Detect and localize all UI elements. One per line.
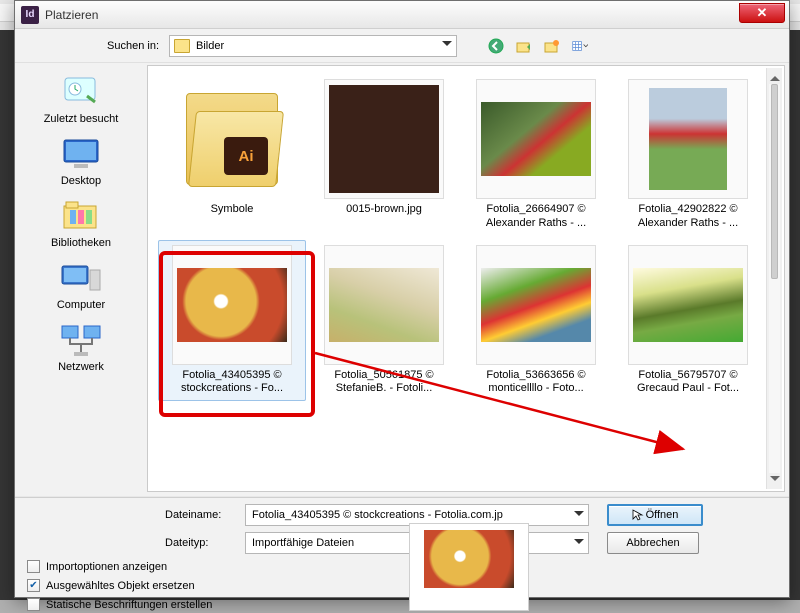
file-item[interactable]: Fotolia_53663656 ©monticellllo - Foto... xyxy=(462,240,610,402)
filename-area: Dateiname: Fotolia_43405395 © stockcreat… xyxy=(15,497,789,556)
file-item[interactable]: Fotolia_56795707 ©Grecaud Paul - Fot... xyxy=(614,240,762,402)
places-label: Zuletzt besucht xyxy=(21,113,141,125)
place-dialog: Id Platzieren ✕ Suchen in: Bilder xyxy=(14,0,790,598)
places-label: Bibliotheken xyxy=(21,237,141,249)
scroll-down-button[interactable] xyxy=(767,473,782,489)
close-button[interactable]: ✕ xyxy=(739,3,785,23)
scrollbar-thumb[interactable] xyxy=(771,84,778,279)
lookin-value: Bilder xyxy=(196,40,224,52)
open-label: Öffnen xyxy=(646,509,679,521)
file-item[interactable]: Fotolia_26664907 ©Alexander Raths - ... xyxy=(462,74,610,236)
places-network[interactable]: Netzwerk xyxy=(21,317,141,377)
image-thumb xyxy=(329,268,439,342)
nav-back-button[interactable] xyxy=(485,35,507,57)
filetype-label: Dateityp: xyxy=(165,537,245,549)
file-item[interactable]: Fotolia_42902822 ©Alexander Raths - ... xyxy=(614,74,762,236)
check-label: Statische Beschriftungen erstellen xyxy=(46,599,212,611)
folder-up-icon xyxy=(516,38,532,54)
libraries-icon xyxy=(60,197,102,235)
desktop-icon xyxy=(60,135,102,173)
checkbox-icon xyxy=(27,560,40,573)
file-caption: Fotolia_43405395 © xyxy=(163,369,301,383)
chevron-down-icon xyxy=(574,539,584,549)
dialog-title: Platzieren xyxy=(45,8,98,22)
recent-icon xyxy=(60,73,102,111)
options-area: Importoptionen anzeigen ✔ Ausgewähltes O… xyxy=(15,556,789,613)
chevron-down-icon xyxy=(442,41,452,51)
check-import-options[interactable]: Importoptionen anzeigen xyxy=(27,560,781,573)
image-thumb xyxy=(177,268,287,342)
folder-thumb-icon: Ai xyxy=(186,93,278,185)
filename-label: Dateiname: xyxy=(165,509,245,521)
file-list-scrollbar[interactable] xyxy=(766,68,782,489)
back-arrow-icon xyxy=(488,38,504,54)
network-icon xyxy=(60,321,102,359)
up-one-level-button[interactable] xyxy=(513,35,535,57)
file-item[interactable]: 0015-brown.jpg xyxy=(310,74,458,236)
open-button[interactable]: Öffnen xyxy=(607,504,703,526)
image-thumb xyxy=(481,102,591,176)
dialog-body: Zuletzt besucht Desktop Bibliotheken Com… xyxy=(15,63,789,497)
filetype-value: Importfähige Dateien xyxy=(252,537,354,549)
file-caption: Fotolia_42902822 © xyxy=(619,203,757,217)
cursor-icon xyxy=(632,509,644,521)
places-label: Netzwerk xyxy=(21,361,141,373)
file-item-folder-symbole[interactable]: Ai Symbole xyxy=(158,74,306,236)
scroll-up-button[interactable] xyxy=(767,68,782,84)
file-caption: Fotolia_26664907 © xyxy=(467,203,605,217)
image-thumb xyxy=(481,268,591,342)
image-thumb xyxy=(649,88,727,190)
new-folder-button[interactable] xyxy=(541,35,563,57)
file-caption: 0015-brown.jpg xyxy=(315,203,453,217)
titlebar: Id Platzieren ✕ xyxy=(15,1,789,29)
cancel-button[interactable]: Abbrechen xyxy=(607,532,699,554)
file-item-selected[interactable]: Fotolia_43405395 ©stockcreations - Fo... xyxy=(158,240,306,402)
image-thumb xyxy=(633,268,743,342)
places-libraries[interactable]: Bibliotheken xyxy=(21,193,141,253)
folder-new-icon xyxy=(544,38,560,54)
places-desktop[interactable]: Desktop xyxy=(21,131,141,191)
file-caption: Symbole xyxy=(163,203,301,217)
file-caption: Fotolia_53663656 © xyxy=(467,369,605,383)
places-bar: Zuletzt besucht Desktop Bibliotheken Com… xyxy=(15,63,147,496)
checkbox-icon: ✔ xyxy=(27,579,40,592)
view-menu-button[interactable] xyxy=(569,35,591,57)
lookin-dropdown[interactable]: Bilder xyxy=(169,35,457,57)
check-replace-selected[interactable]: ✔ Ausgewähltes Objekt ersetzen xyxy=(27,579,781,592)
filename-value: Fotolia_43405395 © stockcreations - Foto… xyxy=(252,509,503,521)
places-label: Desktop xyxy=(21,175,141,187)
places-computer[interactable]: Computer xyxy=(21,255,141,315)
file-item[interactable]: Fotolia_50561875 ©StefanieB. - Fotoli... xyxy=(310,240,458,402)
computer-icon xyxy=(60,259,102,297)
chevron-down-icon xyxy=(574,511,584,521)
preview-image xyxy=(424,530,514,588)
close-icon: ✕ xyxy=(757,5,768,21)
check-label: Importoptionen anzeigen xyxy=(46,561,167,573)
folder-icon xyxy=(174,39,190,53)
lookin-toolbar: Suchen in: Bilder xyxy=(15,29,789,63)
places-label: Computer xyxy=(21,299,141,311)
file-list[interactable]: Ai Symbole 0015-brown.jpg Fotolia_266649… xyxy=(147,65,785,492)
preview-pane xyxy=(409,523,529,611)
places-recent[interactable]: Zuletzt besucht xyxy=(21,69,141,129)
image-thumb xyxy=(329,85,439,193)
file-grid: Ai Symbole 0015-brown.jpg Fotolia_266649… xyxy=(158,74,780,487)
file-caption: Fotolia_50561875 © xyxy=(315,369,453,383)
view-grid-icon xyxy=(572,38,588,54)
file-caption: Fotolia_56795707 © xyxy=(619,369,757,383)
lookin-label: Suchen in: xyxy=(15,40,165,52)
indesign-icon: Id xyxy=(21,6,39,24)
check-label: Ausgewähltes Objekt ersetzen xyxy=(46,580,195,592)
